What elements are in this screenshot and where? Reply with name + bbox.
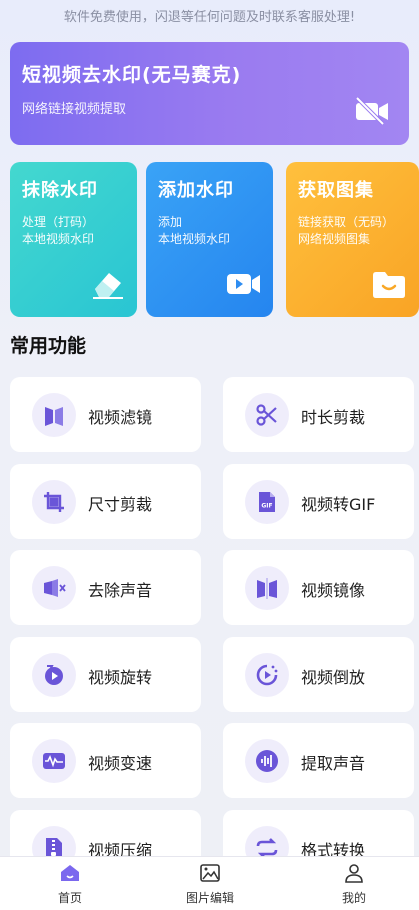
tab-label: 首页	[57, 891, 82, 905]
feature-video-speed[interactable]: 视频变速	[10, 723, 201, 798]
feature-remove-audio[interactable]: 去除声音	[10, 550, 201, 625]
feature-label: 视频旋转	[88, 668, 153, 687]
erase-watermark-card[interactable]: 抹除水印 处理（打码） 本地视频水印	[10, 162, 137, 317]
gif-icon: GIF	[259, 492, 275, 512]
get-gallery-card[interactable]: 获取图集 链接获取（无码） 网络视频图集	[286, 162, 419, 317]
reverse-icon	[256, 664, 278, 686]
rotate-icon	[45, 665, 63, 685]
svg-text:GIF: GIF	[261, 503, 272, 510]
card-desc-line2: 本地视频水印	[22, 232, 95, 246]
home-icon	[61, 865, 79, 881]
banner-subtitle: 网络链接视频提取	[22, 102, 127, 117]
bottom-tab-bar: 首页 图片编辑 我的	[0, 856, 419, 910]
common-functions-heading: 常用功能	[10, 335, 87, 357]
feature-label: 视频滤镜	[88, 408, 153, 427]
add-watermark-card[interactable]: 添加水印 添加 本地视频水印	[146, 162, 273, 317]
feature-duration-trim[interactable]: 时长剪裁	[223, 377, 414, 452]
card-title: 添加水印	[158, 180, 234, 201]
video-camera-icon	[227, 274, 260, 294]
card-title: 获取图集	[298, 180, 374, 201]
card-title: 抹除水印	[22, 180, 98, 201]
card-desc-line1: 链接获取（无码）	[298, 215, 395, 229]
feature-video-rotate[interactable]: 视频旋转	[10, 637, 201, 712]
image-edit-icon	[200, 864, 220, 882]
feature-extract-audio[interactable]: 提取声音	[223, 723, 414, 798]
feature-video-mirror[interactable]: 视频镜像	[223, 550, 414, 625]
tab-home[interactable]: 首页	[20, 863, 120, 909]
video-off-icon	[355, 96, 388, 126]
scissors-icon	[256, 404, 277, 426]
tab-profile[interactable]: 我的	[304, 863, 404, 909]
notice-text: 软件免费使用，闪退等任何问题及时联系客服处理!	[63, 10, 356, 25]
tab-label: 图片编辑	[185, 891, 234, 905]
feature-label: 视频转GIF	[301, 495, 376, 514]
feature-video-reverse[interactable]: 视频倒放	[223, 637, 414, 712]
audio-extract-icon	[256, 750, 278, 772]
feature-label: 时长剪裁	[301, 408, 366, 427]
speed-icon	[43, 753, 65, 769]
mute-icon	[44, 579, 66, 597]
profile-icon	[345, 864, 363, 883]
card-desc-line1: 处理（打码）	[22, 215, 95, 229]
tab-label: 我的	[341, 891, 366, 905]
remove-watermark-banner[interactable]: 短视频去水印(无马赛克) 网络链接视频提取	[10, 42, 409, 145]
card-desc-line2: 本地视频水印	[158, 232, 231, 246]
feature-video-to-gif[interactable]: GIF 视频转GIF	[223, 464, 414, 539]
feature-video-filter[interactable]: 视频滤镜	[10, 377, 201, 452]
tab-image-edit[interactable]: 图片编辑	[160, 863, 260, 909]
crop-icon	[44, 492, 64, 512]
feature-label: 视频倒放	[301, 668, 366, 687]
feature-label: 去除声音	[88, 581, 153, 600]
feature-label: 视频镜像	[301, 581, 366, 600]
feature-size-crop[interactable]: 尺寸剪裁	[10, 464, 201, 539]
mirror-icon	[257, 578, 277, 599]
folder-icon	[373, 272, 405, 298]
feature-label: 视频变速	[88, 754, 153, 773]
banner-title: 短视频去水印(无马赛克)	[22, 64, 242, 86]
feature-label: 尺寸剪裁	[88, 495, 153, 514]
eraser-icon	[93, 273, 123, 299]
feature-label: 提取声音	[301, 754, 366, 773]
card-desc-line1: 添加	[158, 215, 183, 229]
filter-icon	[45, 407, 63, 426]
card-desc-line2: 网络视频图集	[298, 232, 371, 246]
